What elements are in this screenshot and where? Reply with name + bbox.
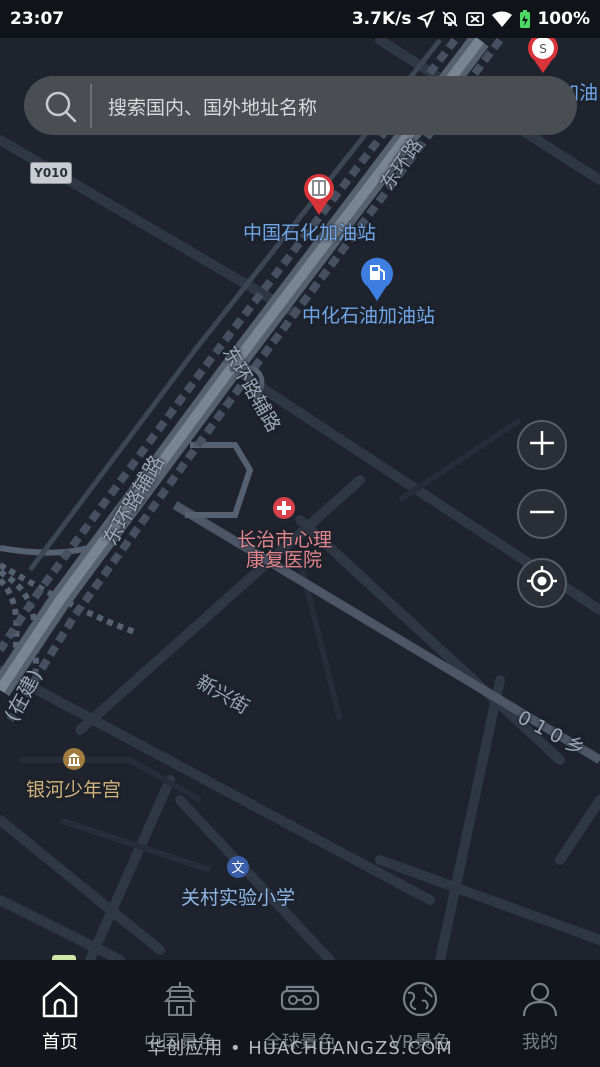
pagoda-icon: [160, 978, 200, 1020]
zoom-in-icon: [527, 428, 557, 462]
school-marker[interactable]: 文: [226, 855, 250, 883]
search-icon[interactable]: [44, 90, 78, 128]
globe-icon: [400, 978, 440, 1020]
sinopec-marker-top[interactable]: S: [526, 32, 560, 78]
poi-label-school[interactable]: 关村实验小学: [181, 883, 295, 910]
vr-glasses-icon: [279, 978, 321, 1020]
search-input[interactable]: 搜索国内、国外地址名称: [108, 93, 317, 120]
locate-icon: [526, 565, 558, 601]
locate-button[interactable]: [517, 558, 567, 608]
road-badge-y010: Y010: [30, 162, 72, 184]
poi-label-sinopec[interactable]: 中国石化加油站: [243, 218, 376, 245]
poi-label-sinochem[interactable]: 中化石油加油站: [302, 301, 435, 328]
home-icon: [40, 978, 80, 1020]
map-canvas[interactable]: [0, 38, 600, 960]
sinopec-marker[interactable]: [302, 172, 336, 220]
fuel-station-marker[interactable]: [359, 256, 395, 306]
wifi-icon: [491, 10, 513, 28]
poi-label-youth-palace[interactable]: 银河少年宫: [26, 775, 121, 802]
zoom-out-button[interactable]: [517, 489, 567, 539]
battery-level: 100%: [537, 9, 590, 29]
zoom-out-icon: [527, 497, 557, 531]
status-time: 23:07: [10, 9, 65, 29]
landmark-marker[interactable]: [62, 747, 86, 775]
poi-label-hospital-line2[interactable]: 康复医院: [246, 545, 322, 572]
status-bar: 23:07 3.7K/s 100%: [0, 0, 600, 38]
battery-charging-icon: [519, 9, 531, 29]
watermark: 华创应用 • HUACHUANGZS.COM: [147, 1038, 453, 1059]
no-sim-icon: [465, 10, 485, 28]
search-divider: [90, 84, 92, 128]
person-icon: [520, 978, 560, 1020]
net-speed: 3.7K/s: [351, 9, 412, 29]
hospital-marker[interactable]: [272, 496, 296, 524]
zoom-in-button[interactable]: [517, 420, 567, 470]
svg-text:S: S: [539, 42, 547, 56]
location-arrow-icon: [417, 10, 436, 28]
status-icons: 3.7K/s 100%: [352, 9, 590, 29]
svg-text:文: 文: [231, 861, 244, 876]
map-view[interactable]: [0, 38, 600, 960]
bell-off-icon: [441, 10, 459, 28]
